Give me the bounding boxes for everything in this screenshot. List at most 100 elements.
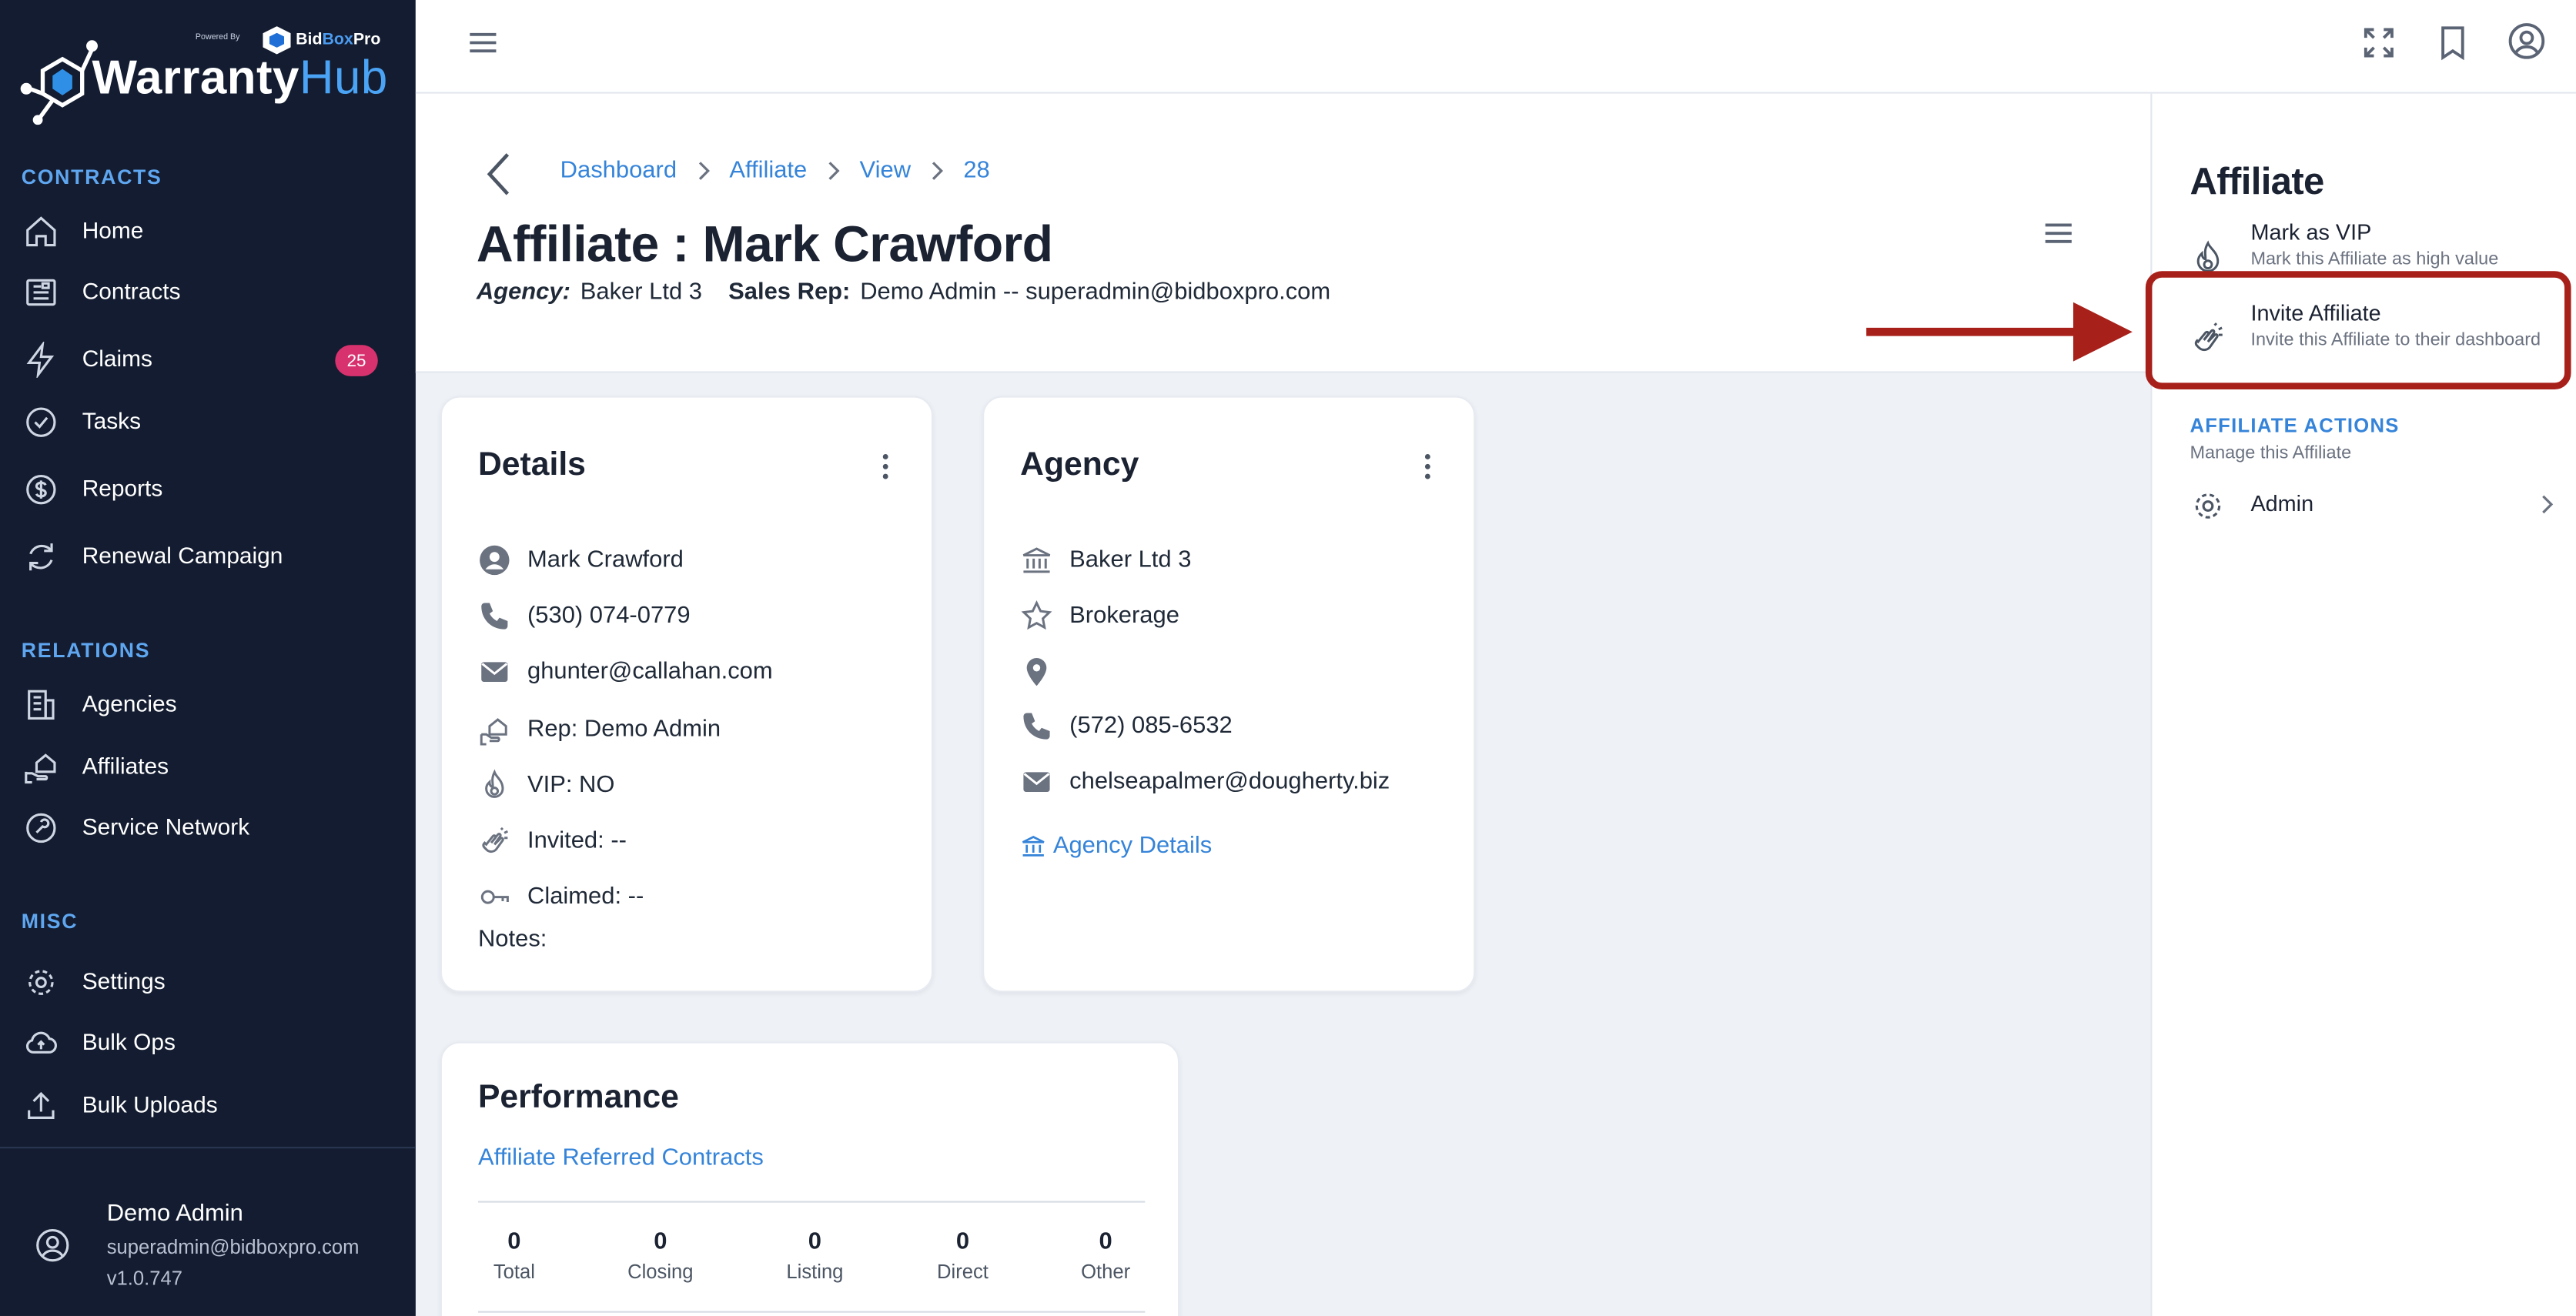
wrench-circle-icon bbox=[26, 813, 56, 843]
details-phone: (530) 074-0779 bbox=[527, 603, 691, 630]
user-email: superadmin@bidboxpro.com bbox=[106, 1235, 360, 1259]
details-notes: Notes: bbox=[477, 927, 547, 954]
invite-affiliate-action[interactable]: Invite Affiliate Invite this Affiliate t… bbox=[2152, 301, 2576, 376]
fullscreen-icon[interactable] bbox=[2357, 22, 2400, 65]
invite-affiliate-label: Invite Affiliate bbox=[2250, 300, 2381, 326]
sidebar-item-label: Renewal Campaign bbox=[82, 542, 283, 569]
key-icon bbox=[480, 890, 509, 904]
sidebar-item-label: Agencies bbox=[82, 690, 177, 716]
sidebar-item-agencies[interactable]: Agencies bbox=[0, 675, 416, 731]
app-version: v1.0.747 bbox=[106, 1266, 182, 1290]
agency-location-row bbox=[1020, 654, 1069, 690]
stat-label: Total bbox=[493, 1260, 535, 1284]
top-bar bbox=[415, 0, 2576, 94]
sidebar-item-settings[interactable]: Settings bbox=[0, 953, 416, 1009]
agency-phone-row: (572) 085-6532 bbox=[1020, 708, 1233, 744]
sidebar-item-home[interactable]: Home bbox=[0, 202, 416, 259]
header-menu-icon[interactable] bbox=[2040, 215, 2076, 252]
sidebar-item-label: Reports bbox=[82, 474, 163, 502]
clapping-hands-icon bbox=[482, 827, 509, 853]
sidebar-item-label: Tasks bbox=[82, 407, 142, 434]
phone-icon bbox=[481, 603, 508, 630]
map-pin-icon bbox=[1026, 657, 1047, 686]
sidebar-item-label: Contracts bbox=[82, 277, 181, 304]
bidboxpro-logo: BidBoxPro bbox=[263, 26, 380, 55]
agency-value: Baker Ltd 3 bbox=[580, 279, 703, 306]
details-invited: Invited: -- bbox=[527, 827, 627, 855]
breadcrumb-view[interactable]: View bbox=[860, 158, 912, 184]
details-email-row: ghunter@callahan.com bbox=[478, 654, 773, 690]
stat-label: Direct bbox=[937, 1260, 989, 1284]
mark-as-vip-label: Mark as VIP bbox=[2250, 220, 2372, 245]
agency-details-label: Agency Details bbox=[1052, 833, 1213, 860]
affiliate-referred-contracts-link[interactable]: Affiliate Referred Contracts bbox=[478, 1145, 764, 1171]
sidebar-item-renewal-campaign[interactable]: Renewal Campaign bbox=[0, 527, 416, 583]
sidebar-item-bulk-ops[interactable]: Bulk Ops bbox=[0, 1014, 416, 1070]
agency-name-row: Baker Ltd 3 bbox=[1020, 542, 1191, 578]
performance-card-title: Performance bbox=[477, 1079, 679, 1116]
stat-total: 0 Total bbox=[449, 1229, 580, 1283]
details-rep: Rep: Demo Admin bbox=[527, 716, 721, 743]
hand-house-icon bbox=[25, 753, 56, 784]
user-profile-block[interactable]: Demo Admin superadmin@bidboxpro.com v1.0… bbox=[0, 1150, 416, 1316]
sidebar-item-label: Service Network bbox=[82, 813, 250, 840]
details-card: Details Mark Crawford (530) 074-0779 ghu… bbox=[440, 396, 934, 993]
sidebar-item-claims[interactable]: Claims 25 bbox=[0, 330, 416, 386]
user-circle-filled-icon bbox=[480, 545, 510, 576]
powered-by-label: Powered By bbox=[195, 32, 240, 43]
hand-house-icon bbox=[480, 718, 507, 746]
affiliate-actions-subtitle: Manage this Affiliate bbox=[2190, 443, 2352, 464]
stat-direct: 0 Direct bbox=[897, 1229, 1029, 1283]
sidebar-item-service-network[interactable]: Service Network bbox=[0, 799, 416, 855]
upload-icon bbox=[28, 1091, 55, 1119]
user-circle-icon[interactable] bbox=[2505, 20, 2548, 63]
sidebar-item-contracts[interactable]: Contracts bbox=[0, 263, 416, 319]
details-rep-row: Rep: Demo Admin bbox=[478, 711, 721, 747]
details-name: Mark Crawford bbox=[527, 546, 684, 574]
stat-listing: 0 Listing bbox=[749, 1229, 881, 1283]
sidebar-item-affiliates[interactable]: Affiliates bbox=[0, 738, 416, 794]
affiliate-actions-panel: Affiliate Mark as VIP Mark this Affiliat… bbox=[2150, 93, 2576, 1316]
sidebar-item-bulk-uploads[interactable]: Bulk Uploads bbox=[0, 1076, 416, 1132]
mark-as-vip-action[interactable]: Mark as VIP Mark this Affiliate as high … bbox=[2152, 220, 2576, 296]
chevron-right-icon bbox=[932, 162, 944, 180]
agency-kebab-icon[interactable] bbox=[1414, 449, 1440, 485]
sidebar-item-reports[interactable]: Reports bbox=[0, 460, 416, 516]
dollar-circle-icon bbox=[26, 474, 56, 505]
sidebar-item-label: Claims bbox=[82, 345, 152, 372]
breadcrumb-dashboard[interactable]: Dashboard bbox=[560, 158, 677, 184]
agency-email-row: chelseapalmer@dougherty.biz bbox=[1020, 764, 1390, 800]
admin-menu-item[interactable]: Admin bbox=[2152, 481, 2576, 527]
breadcrumb-id[interactable]: 28 bbox=[963, 158, 989, 184]
warrantyhub-logo[interactable]: Powered By BidBoxPro WarrantyHub bbox=[20, 23, 398, 129]
page-meta: Agency: Baker Ltd 3 Sales Rep: Demo Admi… bbox=[477, 279, 1330, 306]
home-icon bbox=[26, 216, 56, 247]
sidebar-item-tasks[interactable]: Tasks bbox=[0, 392, 416, 449]
stat-label: Listing bbox=[786, 1260, 844, 1284]
details-claimed: Claimed: -- bbox=[527, 883, 644, 910]
agency-name: Baker Ltd 3 bbox=[1069, 546, 1192, 574]
building-icon bbox=[28, 690, 55, 720]
star-icon bbox=[1021, 600, 1052, 630]
envelope-icon bbox=[481, 662, 508, 682]
stat-value: 0 bbox=[955, 1228, 970, 1255]
details-kebab-icon[interactable] bbox=[872, 449, 898, 485]
details-card-title: Details bbox=[477, 446, 586, 483]
breadcrumb-affiliate[interactable]: Affiliate bbox=[729, 158, 807, 184]
flame-icon bbox=[485, 769, 504, 798]
sidebar-item-label: Home bbox=[82, 216, 144, 243]
page-title: Affiliate : Mark Crawford bbox=[476, 215, 1053, 273]
bank-icon bbox=[1022, 835, 1045, 857]
hamburger-menu-icon[interactable] bbox=[462, 22, 504, 65]
agency-card: Agency Baker Ltd 3 Brokerage (572) 085-6… bbox=[982, 396, 1476, 993]
panel-title: Affiliate bbox=[2190, 159, 2324, 202]
sidebar: Powered By BidBoxPro WarrantyHub CONTRAC… bbox=[0, 0, 416, 1316]
details-name-row: Mark Crawford bbox=[478, 542, 684, 578]
stat-closing: 0 Closing bbox=[594, 1229, 726, 1283]
warrantyhub-title: WarrantyHub bbox=[92, 52, 388, 105]
back-arrow-icon[interactable] bbox=[481, 149, 517, 199]
agency-details-link[interactable]: Agency Details bbox=[1020, 833, 1213, 860]
bookmark-icon[interactable] bbox=[2431, 22, 2474, 65]
stat-value: 0 bbox=[808, 1228, 822, 1255]
details-invited-row: Invited: -- bbox=[478, 823, 627, 860]
